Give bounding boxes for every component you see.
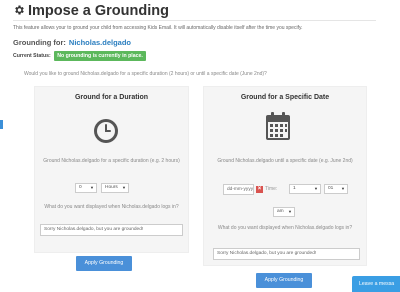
grounding-question: Would you like to ground Nicholas.delgad… [24, 71, 267, 77]
duration-amount-select[interactable]: 0 ▼ [75, 183, 97, 193]
apply-duration-grounding-button[interactable]: Apply Grounding [76, 256, 132, 271]
apply-date-grounding-button[interactable]: Apply Grounding [256, 273, 312, 288]
chevron-down-icon: ▼ [314, 186, 318, 191]
date-panel-title: Ground for a Specific Date [240, 94, 330, 101]
date-message-input[interactable]: Sorry Nicholas.delgado, but you are grou… [213, 248, 360, 260]
duration-amount-value: 0 [79, 185, 82, 190]
chevron-down-icon: ▼ [288, 209, 292, 214]
page-title-text: Impose a Grounding [28, 3, 169, 19]
date-message-prompt: What do you want displayed when Nicholas… [217, 225, 353, 231]
gear-icon [15, 5, 24, 15]
duration-description: Ground Nicholas.delgado for a specific d… [43, 158, 180, 164]
clock-icon [94, 119, 118, 143]
page-description: This feature allows your to ground your … [13, 25, 303, 31]
calendar-icon [266, 112, 290, 140]
minute-value: 01 [328, 186, 334, 191]
grounding-user-name: Nicholas.delgado [68, 38, 132, 47]
duration-unit-select[interactable]: Hours ▼ [101, 183, 129, 193]
duration-panel: Ground for a Duration Ground Nicholas.de… [34, 86, 189, 253]
title-divider [13, 20, 376, 21]
chevron-down-icon: ▼ [90, 185, 94, 190]
duration-message-input[interactable]: Sorry Nicholas.delgado, but you are grou… [40, 224, 183, 236]
hour-select[interactable]: 1 ▼ [289, 184, 321, 194]
duration-panel-title: Ground for a Duration [74, 94, 149, 101]
time-label: Time: [265, 186, 278, 192]
page-title: Impose a Grounding [13, 3, 169, 19]
date-description: Ground Nicholas.delgado until a specific… [217, 158, 353, 164]
chevron-down-icon: ▼ [341, 186, 345, 191]
left-edge-marker [0, 120, 3, 129]
grounding-for-label: Grounding for: [13, 38, 66, 47]
duration-message-prompt: What do you want displayed when Nicholas… [44, 204, 179, 210]
ampm-select[interactable]: am ▼ [273, 207, 295, 217]
date-panel: Ground for a Specific Date Ground Nichol… [203, 86, 367, 266]
leave-message-tab[interactable]: Leave a messa [352, 276, 400, 292]
ampm-value: am [277, 209, 284, 214]
grounding-for-heading: Grounding for: Nicholas.delgado [13, 38, 131, 47]
date-input[interactable]: dd-mm-yyyy [223, 184, 254, 195]
chevron-down-icon: ▼ [122, 185, 126, 190]
clear-date-icon[interactable]: × [256, 186, 263, 193]
duration-unit-value: Hours [105, 185, 118, 190]
current-status-row: Current Status: No grounding is currentl… [13, 51, 146, 61]
current-status-label: Current Status: [13, 53, 51, 59]
hour-value: 1 [293, 186, 296, 191]
status-badge: No grounding is currently in place. [54, 51, 146, 61]
minute-select[interactable]: 01 ▼ [324, 184, 348, 194]
